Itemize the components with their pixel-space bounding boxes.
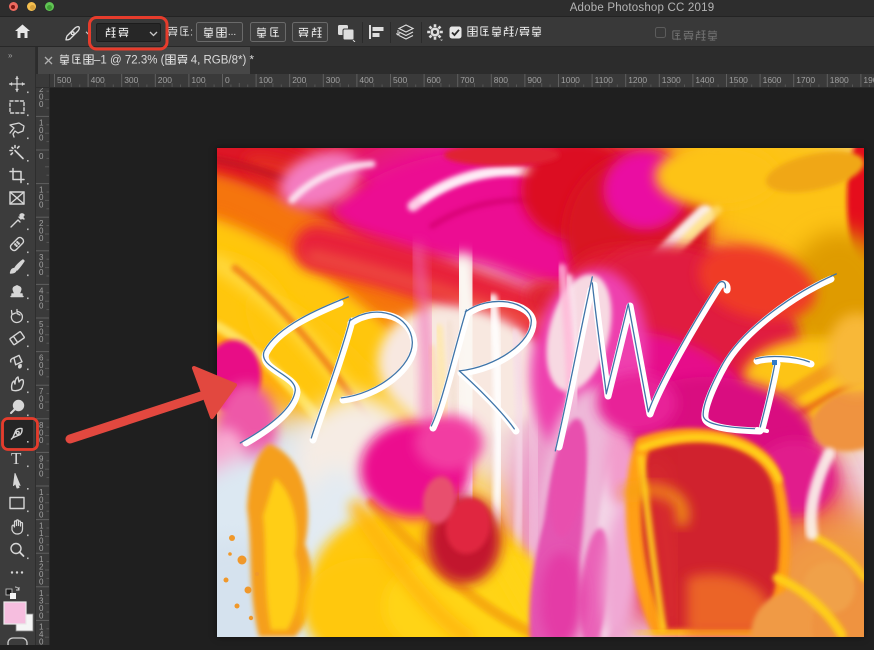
svg-text:200: 200	[158, 75, 172, 85]
svg-text:0: 0	[39, 511, 44, 520]
svg-text:0: 0	[39, 611, 44, 620]
svg-text:200: 200	[292, 75, 306, 85]
svg-text:600: 600	[427, 75, 441, 85]
svg-text:0: 0	[39, 369, 44, 378]
svg-text:0: 0	[39, 469, 44, 478]
svg-text:0: 0	[39, 133, 44, 142]
svg-text:100: 100	[259, 75, 273, 85]
svg-text:300: 300	[124, 75, 138, 85]
svg-text:500: 500	[57, 75, 71, 85]
svg-text:0: 0	[39, 544, 44, 553]
svg-text:0: 0	[39, 100, 44, 109]
svg-text:1400: 1400	[695, 75, 714, 85]
svg-text:1900: 1900	[863, 75, 874, 85]
svg-text:1500: 1500	[729, 75, 748, 85]
svg-text:300: 300	[326, 75, 340, 85]
svg-text:1300: 1300	[662, 75, 681, 85]
svg-text:0: 0	[39, 637, 44, 645]
svg-text:0: 0	[39, 402, 44, 411]
svg-text:0: 0	[39, 201, 44, 210]
svg-text:0: 0	[39, 268, 44, 277]
svg-text:0: 0	[39, 335, 44, 344]
svg-text:400: 400	[359, 75, 373, 85]
svg-text:1100: 1100	[595, 75, 614, 85]
svg-text:0: 0	[39, 301, 44, 310]
svg-text:500: 500	[393, 75, 407, 85]
svg-text:0: 0	[39, 436, 44, 445]
svg-text:1000: 1000	[561, 75, 580, 85]
svg-text:400: 400	[91, 75, 105, 85]
svg-text:1600: 1600	[763, 75, 782, 85]
svg-text:1700: 1700	[796, 75, 815, 85]
svg-text:100: 100	[191, 75, 205, 85]
svg-text:0: 0	[39, 234, 44, 243]
svg-text:1200: 1200	[628, 75, 647, 85]
svg-text:0: 0	[39, 578, 44, 587]
svg-text:700: 700	[460, 75, 474, 85]
svg-text:800: 800	[494, 75, 508, 85]
svg-text:1800: 1800	[830, 75, 849, 85]
svg-text:0: 0	[225, 75, 230, 85]
svg-text:»: »	[8, 51, 13, 60]
svg-text:T: T	[11, 449, 22, 468]
svg-text:0: 0	[39, 152, 44, 161]
svg-text:900: 900	[527, 75, 541, 85]
